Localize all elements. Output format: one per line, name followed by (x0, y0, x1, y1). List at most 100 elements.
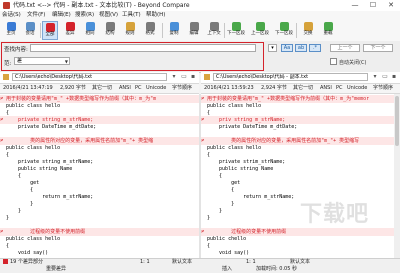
open-folder-icon[interactable]: ▭ (381, 73, 389, 81)
find-history-button[interactable]: ▾ (268, 44, 277, 52)
scroll-thumb[interactable] (395, 96, 399, 146)
swap-icon (303, 22, 313, 31)
left-path-field[interactable]: C:\Users\echo\Desktop\代码.txt (12, 73, 167, 81)
status-row: 19 个差异部分 1: 1 默认文本 1: 1 默认文本 (0, 259, 400, 266)
toolbar-separator (296, 23, 297, 38)
code-line-text: void say() (6, 250, 49, 256)
save-icon[interactable]: ▪ (390, 73, 398, 81)
toolbar-button[interactable]: 格式 (142, 21, 158, 40)
diff-icon (65, 22, 75, 31)
menu-item[interactable]: 文件(F) (27, 11, 45, 20)
open-folder-icon[interactable]: ▭ (180, 73, 188, 81)
toolbar-button-label: 重载 (323, 31, 333, 36)
rules-icon (125, 22, 135, 31)
menu-item[interactable]: 视图(V) (99, 11, 118, 20)
browse-icon[interactable]: ▾ (170, 73, 178, 81)
menu-item[interactable]: 帮助(H) (146, 11, 165, 20)
prev-section-icon (255, 22, 265, 31)
toolbar-button[interactable]: 下一区段 (227, 21, 245, 40)
edit-icon (189, 22, 199, 31)
window-title: 代码.txt <--> 代码 - 副本.txt - 文本比较(T) - Beyo… (13, 2, 190, 9)
left-format: 默认文本 (172, 259, 193, 265)
toolbar-separator (162, 23, 163, 38)
right-format: 默认文本 (290, 259, 311, 265)
right-path-field[interactable]: C:\Users\echo\Desktop\代码 - 副本.txt (213, 73, 368, 81)
code-line[interactable]: void say() (0, 249, 199, 257)
right-encoding[interactable]: ANSI (320, 84, 332, 93)
find-next-button[interactable]: 下一个 (363, 44, 393, 52)
same-icon (85, 22, 95, 31)
left-info-bar: 2016/4/21 13:47:19 2,920 字节 其它一切 ANSI PC… (0, 84, 199, 94)
reload-icon (323, 22, 333, 31)
checkbox-icon (330, 58, 337, 65)
right-byte-order[interactable]: 字节顺序 (373, 84, 393, 93)
autoclose-checkbox[interactable]: 自动关闭(C) (330, 58, 366, 66)
close-button[interactable]: ✕ (382, 0, 400, 11)
toolbar-button[interactable]: 重载 (320, 21, 336, 40)
right-text-pane[interactable]: ≠ 用于封装的变量请用"m_" +数据类型缩写作为前缀（其中：m_为"memor p… (201, 94, 400, 258)
scope-select[interactable]: 差 ▼ (14, 57, 70, 65)
save-icon[interactable]: ▪ (189, 73, 197, 81)
toolbar-separator (40, 23, 41, 38)
menu-item[interactable]: 工具(T) (122, 11, 141, 20)
right-info-bar: 2016/4/21 13:59:23 2,924 字节 其它一切 ANSI PC… (201, 84, 400, 94)
menu-item[interactable]: 会话(S) (2, 11, 21, 20)
match-case-button[interactable]: Aa (281, 44, 293, 52)
copy-icon (169, 22, 179, 31)
menu-bar: 会话(S) 文件(F) 编辑(E) 搜索(R) 视图(V) 工具(T) 帮助(H) (0, 11, 400, 20)
find-bar: 查找内容: ▾ Aa ab .* 上一个 下一个 范: 差 ▼ 自动关闭(C) (0, 41, 400, 73)
status-bar: 19 个差异部分 1: 1 默认文本 1: 1 默认文本 重要差异 插入 加载时… (0, 258, 400, 273)
app-icon (3, 2, 10, 9)
next-section-icon (279, 22, 289, 31)
whole-word-button[interactable]: ab (295, 44, 307, 52)
code-line-text: void say() (207, 250, 250, 256)
code-line[interactable]: void say() (201, 249, 400, 257)
session-icon (25, 22, 35, 31)
toolbar-button[interactable]: 会话 (22, 21, 38, 40)
structure-icon (105, 22, 115, 31)
context-icon (209, 22, 219, 31)
toolbar-button[interactable]: 上下文 (206, 21, 222, 40)
left-path-bar: C:\Users\echo\Desktop\代码.txt ▾ ▭ ▪ (0, 72, 199, 84)
chevron-down-icon: ▼ (64, 59, 68, 64)
left-byte-order[interactable]: 字节顺序 (172, 84, 192, 93)
home-icon (6, 22, 16, 31)
find-label: 查找内容: (4, 47, 28, 53)
left-line-ending[interactable]: PC (135, 84, 142, 93)
find-prev-button[interactable]: 上一个 (330, 44, 360, 52)
menu-item[interactable]: 搜索(R) (75, 11, 94, 20)
right-file-date: 2016/4/21 13:59:23 (204, 85, 254, 91)
diff-count: 19 个差异部分 (3, 259, 43, 266)
right-cursor-pos: 1: 1 (246, 259, 256, 265)
autoclose-label: 自动关闭(C) (339, 60, 367, 66)
scope-value: 差 (17, 58, 23, 64)
right-file-size: 2,924 字节 (261, 85, 287, 91)
left-file-misc[interactable]: 其它一切 (92, 84, 112, 93)
toolbar-button[interactable]: 上一区段 (251, 21, 269, 40)
right-file-misc[interactable]: 其它一切 (293, 84, 313, 93)
left-cursor-pos: 1: 1 (140, 259, 150, 265)
toolbar-button[interactable]: 下一区段 (275, 21, 293, 40)
menu-item[interactable]: 编辑(E) (52, 11, 71, 20)
maximize-button[interactable]: ☐ (364, 0, 382, 11)
find-input[interactable] (30, 44, 256, 52)
right-unicode[interactable]: Unicode (347, 84, 367, 93)
next-section-icon (231, 22, 241, 31)
vertical-scrollbar[interactable] (394, 94, 400, 258)
left-unicode[interactable]: Unicode (146, 84, 166, 93)
scope-label: 范: (4, 61, 12, 67)
watermark-logo: 下载吧 (300, 202, 370, 227)
left-file-date: 2016/4/21 13:47:19 (3, 85, 53, 91)
toolbar: 主页 会话 全部 差异 相同 结构 规则 格式 复制 编辑 上下文 下一区段 上一区段 下一区段 交换 重载 (0, 20, 400, 42)
left-text-pane[interactable]: ≠ 用于封装的变量请用"m_" +数据类型缩写作为前缀（其中：m_为"m publi… (0, 94, 200, 258)
toolbar-separator (224, 23, 225, 38)
minimize-button[interactable]: — (346, 0, 364, 11)
regex-button[interactable]: .* (309, 44, 321, 52)
window-controls: — ☐ ✕ (346, 0, 400, 11)
all-icon (45, 23, 55, 32)
browse-icon[interactable]: ▾ (371, 73, 379, 81)
left-encoding[interactable]: ANSI (119, 84, 131, 93)
right-path-bar: C:\Users\echo\Desktop\代码 - 副本.txt ▾ ▭ ▪ (201, 72, 400, 84)
diff-count-text: 19 个差异部分 (10, 259, 43, 265)
right-line-ending[interactable]: PC (336, 84, 343, 93)
